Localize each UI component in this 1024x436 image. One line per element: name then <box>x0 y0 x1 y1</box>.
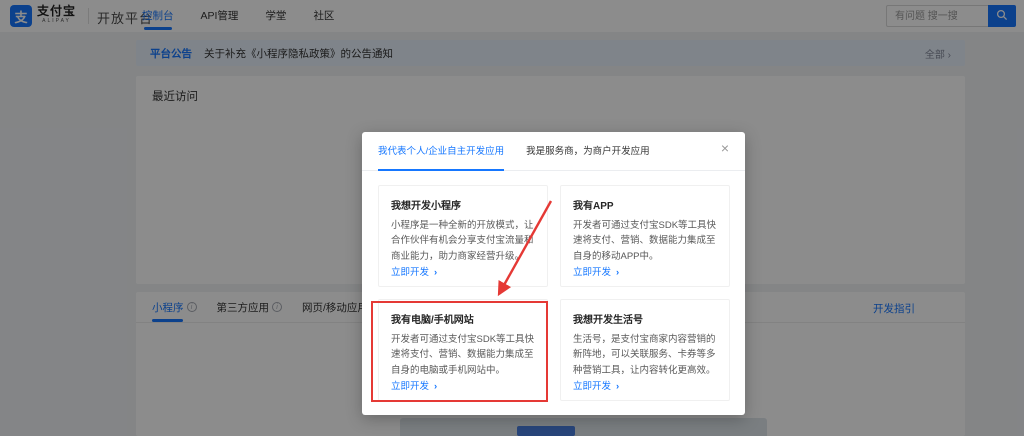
develop-now-link[interactable]: 立即开发› <box>573 264 717 278</box>
card-description: 生活号，是支付宝商家内容营销的新阵地，可以关联服务、卡券等多种营销工具，让内容转… <box>573 332 717 378</box>
develop-now-link[interactable]: 立即开发› <box>391 264 535 278</box>
card-mini-program[interactable]: 我想开发小程序 小程序是一种全新的开放模式，让合作伙伴有机会分享支付宝流量和商业… <box>378 185 548 287</box>
develop-now-link[interactable]: 立即开发› <box>573 378 717 392</box>
card-description: 小程序是一种全新的开放模式，让合作伙伴有机会分享支付宝流量和商业能力，助力商家经… <box>391 218 535 264</box>
modal-tab-bar: 我代表个人/企业自主开发应用 我是服务商，为商户开发应用 × <box>362 132 745 171</box>
card-lifestyle-account[interactable]: 我想开发生活号 生活号，是支付宝商家内容营销的新阵地，可以关联服务、卡券等多种营… <box>560 299 730 401</box>
card-app[interactable]: 我有APP 开发者可通过支付宝SDK等工具快速将支付、营销、数据能力集成至自身的… <box>560 185 730 287</box>
close-icon[interactable]: × <box>717 138 733 158</box>
chevron-right-icon: › <box>616 381 619 392</box>
create-application-modal: 我代表个人/企业自主开发应用 我是服务商，为商户开发应用 × 我想开发小程序 小… <box>362 132 745 415</box>
card-pc-mobile-website[interactable]: 我有电脑/手机网站 开发者可通过支付宝SDK等工具快速将支付、营销、数据能力集成… <box>378 299 548 401</box>
card-title: 我想开发生活号 <box>573 311 717 326</box>
card-description: 开发者可通过支付宝SDK等工具快速将支付、营销、数据能力集成至自身的电脑或手机网… <box>391 332 535 378</box>
chevron-right-icon: › <box>434 381 437 392</box>
alipay-open-platform-page: 支 支付宝 ALIPAY 开放平台 控制台 API管理 学堂 社区 平台公告 关… <box>0 0 1024 436</box>
card-description: 开发者可通过支付宝SDK等工具快速将支付、营销、数据能力集成至自身的移动APP中… <box>573 218 717 264</box>
chevron-right-icon: › <box>616 267 619 278</box>
modal-tab-self-develop[interactable]: 我代表个人/企业自主开发应用 <box>378 132 504 171</box>
chevron-right-icon: › <box>434 267 437 278</box>
modal-card-grid: 我想开发小程序 小程序是一种全新的开放模式，让合作伙伴有机会分享支付宝流量和商业… <box>378 185 730 401</box>
card-title: 我想开发小程序 <box>391 197 535 212</box>
card-title: 我有APP <box>573 197 717 212</box>
card-title: 我有电脑/手机网站 <box>391 311 535 326</box>
develop-now-link[interactable]: 立即开发› <box>391 378 535 392</box>
modal-tab-service-provider[interactable]: 我是服务商，为商户开发应用 <box>526 132 650 171</box>
